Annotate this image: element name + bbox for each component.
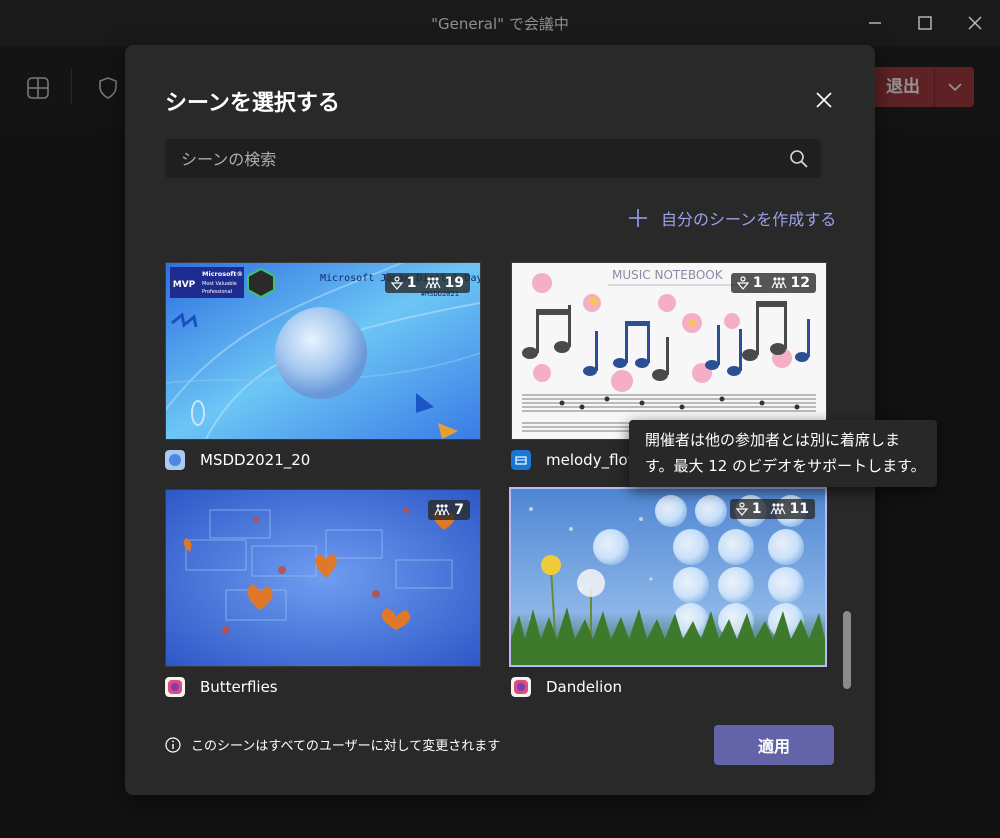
create-scene-label: 自分のシーンを作成する: [661, 210, 837, 229]
scene-name: melody_flow: [511, 449, 640, 471]
title-bar: "General" で会議中: [0, 0, 1000, 46]
scene-thumbnail-msdd2021[interactable]: MVP Microsoft® Most Valuable Professiona…: [165, 262, 481, 440]
scene-search[interactable]: [165, 139, 821, 180]
audience-icon: [434, 504, 450, 516]
scene-app-icon: [165, 677, 185, 697]
scene-name-label: Dandelion: [546, 678, 623, 696]
audience-icon: [770, 503, 786, 515]
footer-info-text: このシーンはすべてのユーザーに対して変更されます: [191, 739, 501, 754]
seat-count: 7: [454, 502, 464, 518]
mvp-line2: Most Valuable: [202, 281, 237, 287]
dialog-title: シーンを選択する: [165, 91, 340, 116]
scene-app-icon: [511, 677, 531, 697]
plus-icon: [629, 209, 647, 227]
scene-name-label: MSDD2021_20: [200, 451, 311, 469]
info-icon: [165, 736, 181, 753]
seat-count: 19: [444, 275, 464, 291]
search-input[interactable]: [179, 139, 773, 180]
presenter-icon: [390, 276, 403, 290]
capacity-badge: 7: [428, 500, 470, 520]
notebook-title: MUSIC NOTEBOOK: [612, 268, 724, 282]
scene-name: Butterflies: [165, 676, 278, 698]
close-icon[interactable]: [811, 87, 837, 113]
mvp-logo: MVP: [173, 280, 196, 290]
scene-thumbnail-dandelion[interactable]: 1 11: [509, 487, 827, 667]
scene-app-icon: [165, 450, 185, 470]
presenter-count: 1: [752, 275, 763, 291]
create-scene-link[interactable]: 自分のシーンを作成する: [627, 205, 836, 231]
scene-name-label: Butterflies: [200, 678, 278, 696]
maximize-icon[interactable]: [910, 8, 940, 38]
mvp-line3: Professional: [202, 289, 232, 295]
scene-thumbnail-melody-flow[interactable]: MUSIC NOTEBOOK 1 12: [511, 262, 827, 440]
scrollbar-thumb[interactable]: [843, 611, 851, 689]
presenter-icon: [736, 276, 749, 290]
scene-app-icon: [511, 450, 531, 470]
capacity-badge: 1 19: [384, 273, 470, 293]
search-icon[interactable]: [789, 149, 809, 169]
scene-name: Dandelion: [511, 676, 622, 698]
scene-name: MSDD2021_20: [165, 449, 310, 471]
scene-tooltip: 開催者は他の参加者とは別に着席しま す。最大 12 のビデオをサポートします。: [629, 420, 937, 487]
scene-name-label: melody_flow: [546, 451, 640, 469]
presenter-count: 1: [406, 275, 417, 291]
mvp-line1: Microsoft®: [202, 270, 243, 278]
footer-info: このシーンはすべてのユーザーに対して変更されます: [165, 735, 500, 754]
capacity-badge: 1 12: [730, 273, 816, 293]
close-window-icon[interactable]: [960, 8, 990, 38]
seat-count: 11: [789, 501, 809, 517]
apply-button[interactable]: 適用: [714, 725, 834, 765]
capacity-badge: 1 11: [729, 499, 815, 519]
seat-count: 12: [790, 275, 810, 291]
window-title: "General" で会議中: [431, 15, 569, 33]
tooltip-line1: 開催者は他の参加者とは別に着席しま: [645, 431, 901, 449]
presenter-count: 1: [751, 501, 762, 517]
presenter-icon: [735, 502, 748, 516]
audience-icon: [771, 277, 787, 289]
minimize-icon[interactable]: [860, 8, 890, 38]
tooltip-line2: す。最大 12 のビデオをサポートします。: [645, 457, 926, 475]
audience-icon: [425, 277, 441, 289]
scene-thumbnail-butterflies[interactable]: 7: [165, 489, 481, 667]
